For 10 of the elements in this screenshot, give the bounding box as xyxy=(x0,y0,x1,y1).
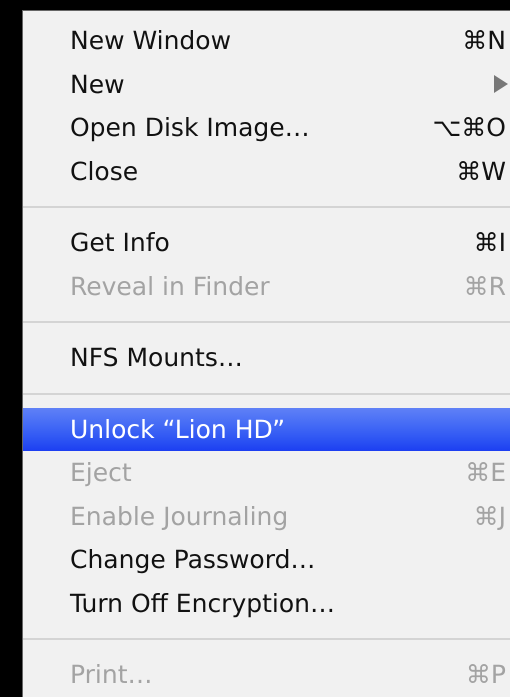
menu-item[interactable]: Open Disk Image… ⌥⌘O xyxy=(23,106,510,150)
menu-item[interactable]: Unlock “Lion HD” xyxy=(23,408,510,451)
submenu-arrow-icon xyxy=(494,75,508,94)
menu-item[interactable]: Change Password… xyxy=(23,538,510,582)
menu-item[interactable]: New xyxy=(23,62,510,106)
menu-item[interactable]: Close ⌘W xyxy=(23,150,510,193)
menu-item[interactable]: Turn Off Encryption… xyxy=(23,582,510,625)
menu-item[interactable]: Get Info ⌘I xyxy=(23,221,510,264)
menu-item[interactable]: New Window ⌘N xyxy=(23,19,510,62)
menu-item[interactable]: NFS Mounts… xyxy=(23,336,510,380)
